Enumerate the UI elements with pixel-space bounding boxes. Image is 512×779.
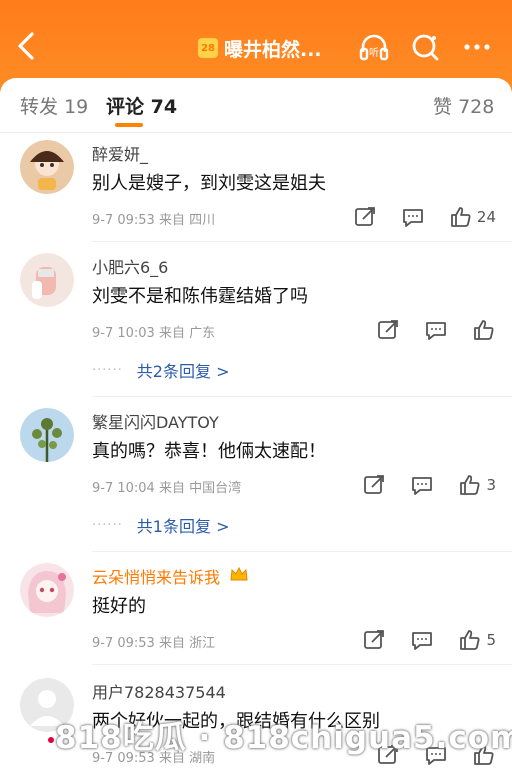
share-button[interactable] (362, 628, 386, 652)
share-icon (355, 207, 375, 226)
like-button[interactable] (472, 318, 496, 342)
listen-label: 听 (369, 47, 379, 59)
more-dots-icon (464, 44, 490, 50)
divider (92, 664, 512, 665)
avatar[interactable] (20, 253, 74, 307)
reply-button[interactable] (410, 628, 434, 652)
reply-button[interactable] (401, 205, 425, 229)
comment-bubble-icon (403, 209, 423, 227)
share-icon (364, 630, 385, 649)
share-button[interactable] (362, 473, 386, 497)
divider (92, 241, 512, 242)
comment-username-text: 云朵悄悄来告诉我 (92, 568, 221, 587)
tab-repost-label: 转发 (20, 96, 59, 118)
replies-dots: ······ (92, 517, 123, 533)
thumbs-up-icon (460, 475, 480, 495)
back-button[interactable] (10, 26, 44, 66)
comment-bubble-icon (412, 477, 433, 495)
tab-comments[interactable]: 评论 74 (106, 92, 177, 119)
share-button[interactable] (353, 205, 377, 229)
reply-button[interactable] (424, 318, 448, 342)
like-count: 24 (476, 208, 496, 226)
chevron-left-icon (18, 32, 34, 60)
view-replies-link[interactable]: ······ 共2条回复 > (92, 358, 229, 382)
like-button[interactable]: 3 (458, 473, 496, 497)
share-icon (378, 320, 398, 339)
comment-username[interactable]: 云朵悄悄来告诉我 (92, 564, 249, 588)
comment-actions: 24 (329, 202, 496, 232)
replies-label: 共2条回复 > (136, 362, 230, 381)
share-icon (364, 475, 385, 494)
comment-meta: 9-7 09:53 来自 四川 (92, 213, 216, 228)
comment-text: 别人是嫂子，到刘雯这是姐夫 (92, 173, 326, 194)
more-button[interactable] (460, 30, 494, 64)
divider (92, 551, 512, 552)
post-badge-icon: 28 (198, 38, 218, 58)
thumbs-up-icon (451, 207, 471, 227)
comment-meta: 9-7 10:03 来自 广东 (92, 326, 216, 341)
comment-username[interactable]: 繁星闪闪DAYTOY (92, 409, 219, 433)
tab-bar: 转发 19 评论 74 赞 728 (0, 78, 512, 133)
watermark-dot (48, 737, 54, 743)
comments-panel: 转发 19 评论 74 赞 728 醉爱妍_ 别人是嫂子，到刘雯这是姐夫 9-7… (0, 78, 512, 779)
share-button[interactable] (376, 318, 400, 342)
search-icon (412, 34, 439, 61)
replies-dots: ······ (92, 362, 123, 378)
avatar[interactable] (20, 563, 74, 617)
comment-actions (352, 315, 496, 345)
thumbs-up-icon (474, 320, 494, 340)
comment-text: 真的嗎？恭喜！他倆太速配！ (92, 441, 326, 462)
post-title: 曝井柏然... (224, 38, 322, 61)
comment-bubble-icon (412, 632, 433, 650)
comment-actions: 5 (338, 625, 496, 655)
tab-repost[interactable]: 转发 19 (20, 92, 88, 119)
tab-likes[interactable]: 赞 728 (433, 92, 494, 119)
watermark-text: 818吃瓜 · 818chigua5.com (55, 720, 512, 756)
active-tab-indicator (115, 123, 143, 127)
comment-text: 刘雯不是和陈伟霆结婚了吗 (92, 286, 308, 307)
divider (92, 396, 512, 397)
like-count: 5 (486, 631, 496, 649)
thumbs-up-icon (460, 630, 480, 650)
tab-likes-count: 728 (458, 96, 495, 118)
avatar[interactable] (20, 140, 74, 194)
comment-meta: 9-7 09:53 来自 浙江 (92, 636, 216, 651)
listen-button[interactable]: 听 (357, 30, 391, 64)
comment-actions: 3 (338, 470, 496, 500)
reply-button[interactable] (410, 473, 434, 497)
like-count: 3 (486, 476, 496, 494)
avatar[interactable] (20, 408, 74, 462)
comment-meta: 9-7 10:04 来自 中国台湾 (92, 481, 242, 496)
tab-repost-count: 19 (64, 96, 89, 118)
like-button[interactable]: 24 (449, 205, 496, 229)
headphones-icon: 听 (359, 34, 389, 61)
post-title-group[interactable]: 28 曝井柏然... (198, 33, 322, 63)
comment-bubble-icon (426, 322, 446, 340)
search-button[interactable] (409, 30, 443, 64)
comment-username[interactable]: 醉爱妍_ (92, 141, 148, 165)
comment-username[interactable]: 小肥六6_6 (92, 254, 168, 278)
vip-crown-icon (229, 565, 249, 587)
view-replies-link[interactable]: ······ 共1条回复 > (92, 513, 229, 537)
tab-comments-count: 74 (150, 96, 178, 118)
comment-username[interactable]: 用户7828437544 (92, 679, 226, 703)
replies-label: 共1条回复 > (136, 517, 230, 536)
tab-comments-label: 评论 (106, 96, 145, 118)
tab-likes-label: 赞 (433, 96, 453, 118)
like-button[interactable]: 5 (458, 628, 496, 652)
comment-text: 挺好的 (92, 596, 146, 617)
